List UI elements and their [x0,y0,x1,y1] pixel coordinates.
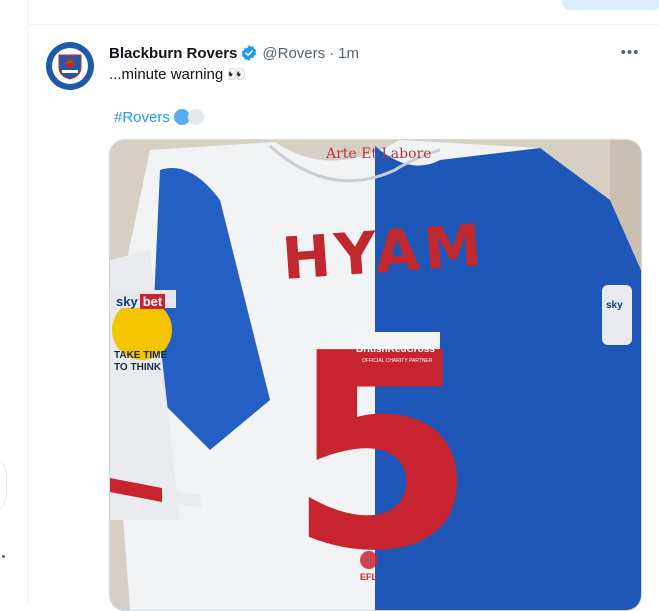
left-dot [2,555,5,558]
hashtag-link[interactable]: #Rovers [114,109,170,126]
left-panel-fragment [0,455,7,515]
sleeve-sky-logo: sky bet [116,294,166,309]
sleeve-sky-text: sky [116,294,138,309]
separator: · [329,44,335,62]
tweet-header: Blackburn Rovers @Rovers · 1m [109,43,359,63]
club-crest-icon [52,48,88,84]
sponsor-line-2: OFFICIAL CHARITY PARTNER [362,358,433,364]
tweet-text: ...minute warning 👀 [109,66,247,83]
hashflag-white-icon [187,109,204,125]
sleeve-slogan-2: TO THINK [114,362,162,373]
verified-badge-icon [240,44,258,62]
previous-tweet-button[interactable] [562,0,659,10]
sleeve-bet-text: bet [139,294,166,309]
motto-text: Arte Et Labore [326,146,432,162]
display-name[interactable]: Blackburn Rovers [109,45,237,62]
tweet[interactable]: Blackburn Rovers @Rovers · 1m ••• ...min… [29,25,659,611]
sponsor-line-1: BritishRedCross [356,344,435,355]
avatar[interactable] [46,42,94,90]
sleeve-slogan-1: TAKE TIME [114,350,168,361]
player-name: HYAM [279,210,488,294]
handle[interactable]: @Rovers [262,45,325,62]
hashtag-line: #Rovers [114,107,204,127]
left-column-edge [0,0,28,605]
tweet-media-photo[interactable]: Arte Et Labore HYAM 5 BritishRedCross OF… [109,139,642,611]
previous-tweet-edge [29,0,659,25]
timestamp[interactable]: 1m [338,45,359,62]
more-options-icon[interactable]: ••• [619,41,641,63]
right-sleeve-sky-logo: sky [606,300,623,311]
league-badge-label: EFL [360,572,377,582]
